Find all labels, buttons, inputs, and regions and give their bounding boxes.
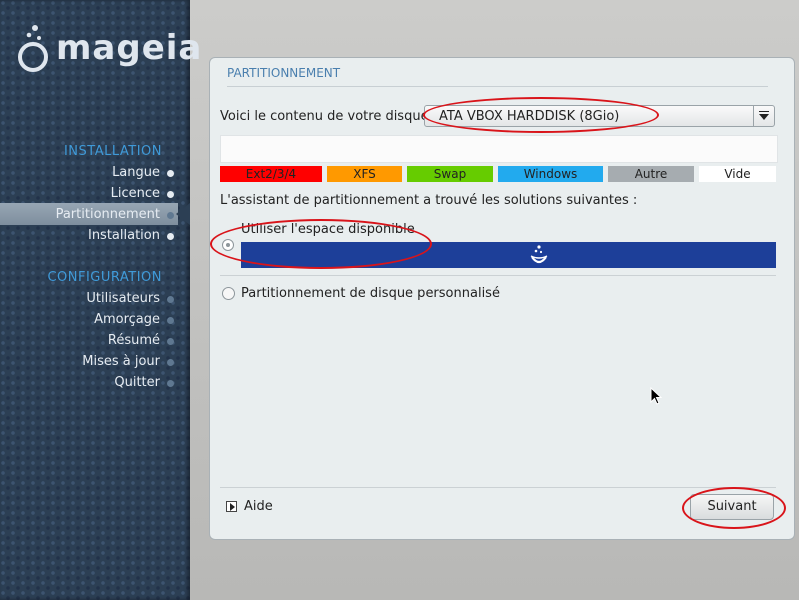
custom-partitioning-radio[interactable] xyxy=(222,287,235,300)
step-done-dot-icon xyxy=(167,191,174,198)
section-title-configuration: CONFIGURATION xyxy=(47,270,162,285)
step-utilisateurs: Utilisateurs xyxy=(86,291,174,306)
sidebar: mageia INSTALLATION Langue Licence Parti… xyxy=(0,0,201,600)
footer-divider xyxy=(220,487,776,488)
step-licence: Licence xyxy=(111,186,174,201)
step-pending-dot-icon xyxy=(167,338,174,345)
legend-windows: Windows xyxy=(498,166,603,182)
step-pending-dot-icon xyxy=(167,317,174,324)
mageia-drop-icon xyxy=(530,245,548,264)
option-divider xyxy=(220,275,776,276)
step-pending-dot-icon xyxy=(167,380,174,387)
step-quitter: Quitter xyxy=(114,375,174,390)
disk-usage-bar xyxy=(220,135,778,163)
step-done-dot-icon xyxy=(167,170,174,177)
dropdown-arrow-icon[interactable] xyxy=(753,106,774,126)
step-resume: Résumé xyxy=(108,333,174,348)
step-installation: Installation xyxy=(88,228,174,243)
use-free-space-label[interactable]: Utiliser l'espace disponible xyxy=(241,222,415,237)
disk-select[interactable]: ATA VBOX HARDDISK (8Gio) xyxy=(424,105,775,127)
use-free-space-radio[interactable] xyxy=(222,239,234,251)
legend-swap: Swap xyxy=(407,166,493,182)
step-mises-a-jour: Mises à jour xyxy=(82,354,174,369)
step-langue: Langue xyxy=(112,165,174,180)
step-current-dot-icon xyxy=(167,212,174,219)
legend-xfs: XFS xyxy=(327,166,402,182)
mageia-logo-icon xyxy=(18,25,48,72)
step-amorcage: Amorçage xyxy=(94,312,174,327)
free-space-bar[interactable] xyxy=(241,242,776,268)
help-label[interactable]: Aide xyxy=(244,499,273,514)
disk-label: Voici le contenu de votre disque xyxy=(220,109,429,124)
step-done-dot-icon xyxy=(167,233,174,240)
step-pending-dot-icon xyxy=(167,359,174,366)
section-title-installation: INSTALLATION xyxy=(63,144,162,159)
legend-vide: Vide xyxy=(699,166,776,182)
legend-autre: Autre xyxy=(608,166,694,182)
expander-arrow-icon[interactable] xyxy=(226,501,237,512)
logo-text: mageia xyxy=(56,28,203,68)
active-step-notch xyxy=(176,203,190,225)
mouse-pointer-icon xyxy=(650,387,662,405)
disk-select-value: ATA VBOX HARDDISK (8Gio) xyxy=(439,109,620,124)
partition-legend: Ext2/3/4 XFS Swap Windows Autre Vide xyxy=(220,166,776,182)
custom-partitioning-label[interactable]: Partitionnement de disque personnalisé xyxy=(241,286,500,301)
partitioning-panel: PARTITIONNEMENT Voici le contenu de votr… xyxy=(209,57,795,540)
solutions-label: L'assistant de partitionnement a trouvé … xyxy=(220,193,638,208)
step-pending-dot-icon xyxy=(167,296,174,303)
panel-title: PARTITIONNEMENT xyxy=(227,66,341,80)
legend-ext: Ext2/3/4 xyxy=(220,166,322,182)
step-partitionnement: Partitionnement xyxy=(56,207,174,222)
mageia-logo: mageia xyxy=(18,24,201,80)
title-divider xyxy=(227,86,768,87)
next-button[interactable]: Suivant xyxy=(690,494,774,520)
